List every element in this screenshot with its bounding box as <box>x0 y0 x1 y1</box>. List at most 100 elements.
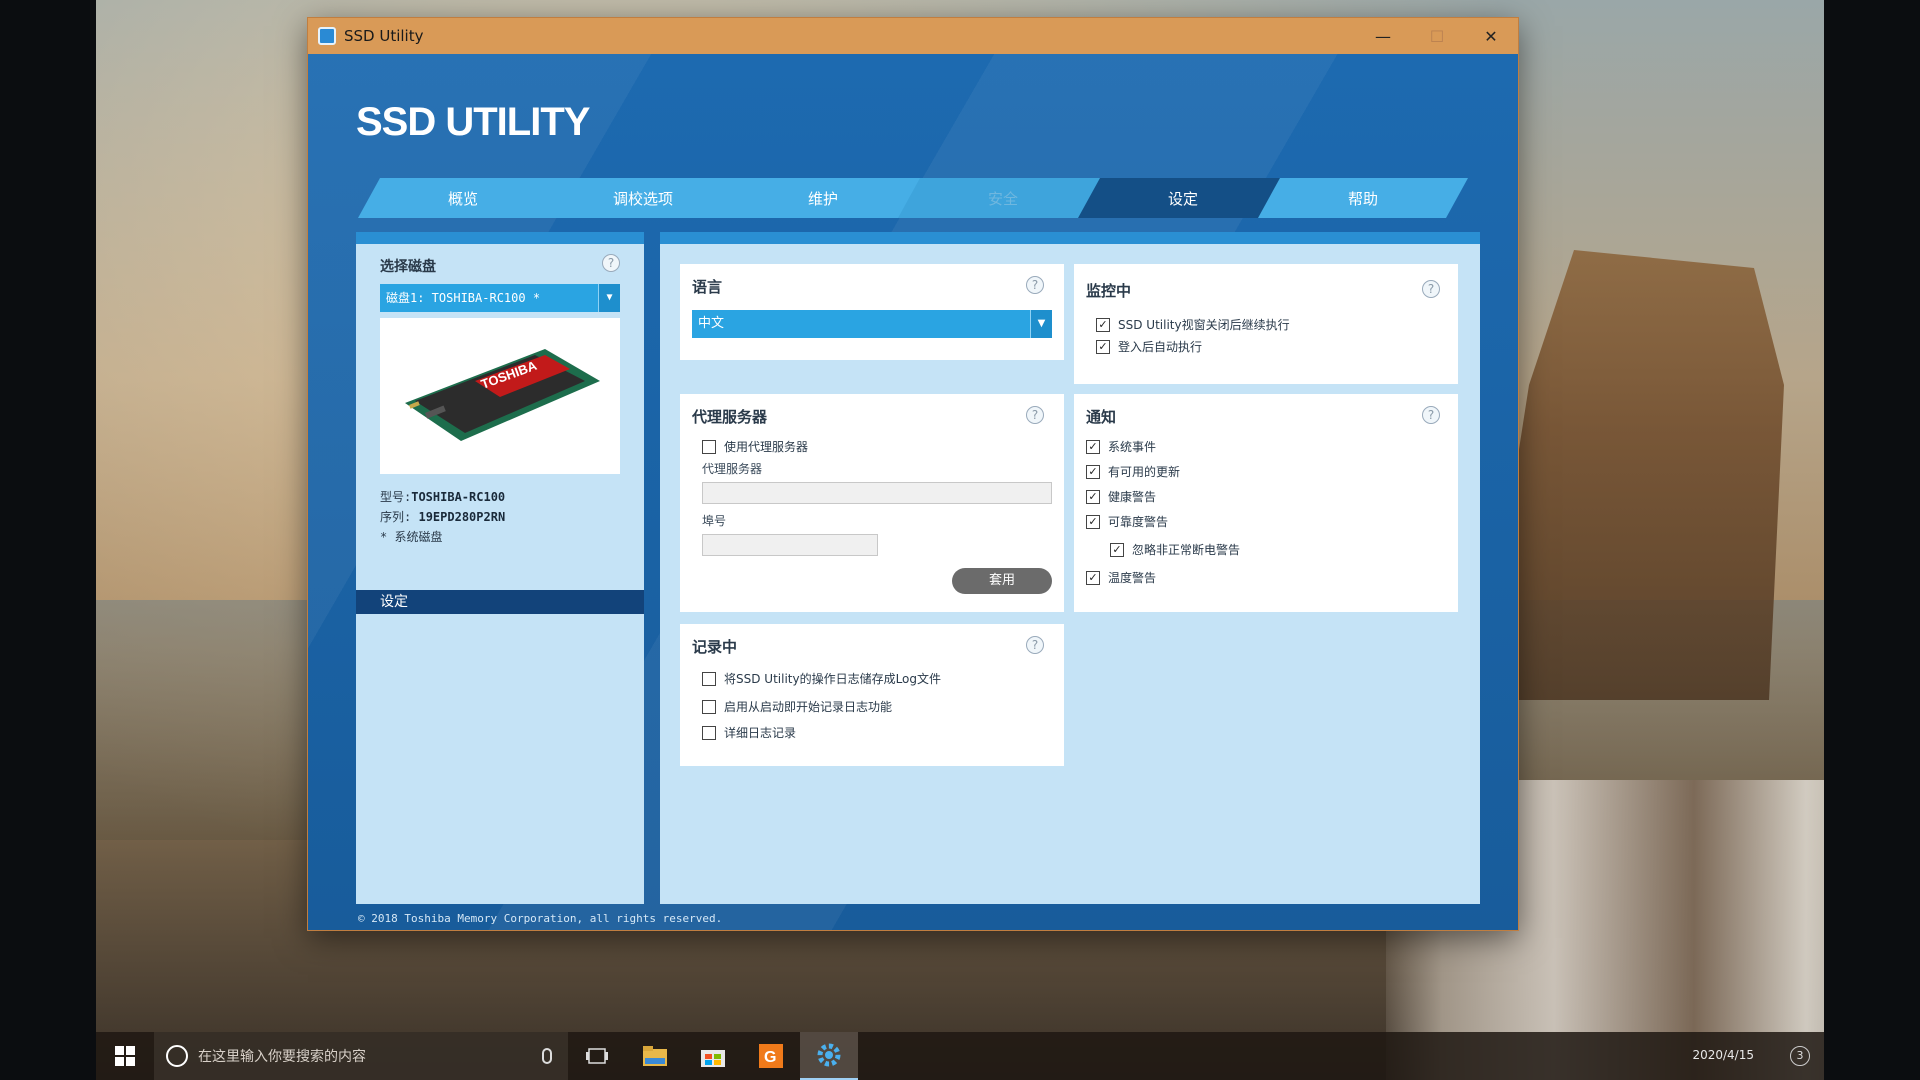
screen-border-right <box>1824 0 1920 1080</box>
checkbox[interactable] <box>702 439 716 454</box>
checkbox[interactable]: ✓ <box>1096 339 1110 354</box>
ssd-utility-taskbar-button[interactable] <box>800 1032 858 1080</box>
taskbar-search[interactable]: 在这里输入你要搜索的内容 <box>154 1032 568 1080</box>
checkbox-label: 忽略非正常断电警告 <box>1132 543 1241 557</box>
checkbox[interactable]: ✓ <box>1086 464 1100 479</box>
close-icon[interactable]: ✕ <box>1464 18 1518 54</box>
checkbox[interactable]: ✓ <box>1086 439 1100 454</box>
notification-badge[interactable]: 3 <box>1790 1046 1810 1066</box>
serial-info: 序列: 19EPD280P2RN <box>380 508 505 525</box>
app-logo: SSD UTILITY <box>356 100 590 144</box>
pdf-app-button[interactable]: G <box>742 1032 800 1080</box>
model-value: TOSHIBA-RC100 <box>411 490 506 504</box>
cortana-icon <box>166 1045 188 1067</box>
model-label: 型号: <box>380 490 412 504</box>
checkbox[interactable] <box>702 671 716 686</box>
start-button[interactable] <box>96 1032 154 1080</box>
disk-sidebar: 选择磁盘 ? 磁盘1: TOSHIBA-RC100 * ▼ TOSHIBA 型号… <box>356 232 644 904</box>
wallpaper-cliff <box>1484 250 1784 700</box>
tab-security: 安全 <box>898 178 1108 218</box>
checkbox[interactable] <box>702 699 716 714</box>
help-icon[interactable]: ? <box>1026 636 1044 654</box>
task-view-icon <box>586 1048 608 1064</box>
port-field[interactable] <box>702 534 878 556</box>
monitoring-option-autostart[interactable]: ✓ 登入后自动执行 <box>1096 338 1202 355</box>
tab-help[interactable]: 帮助 <box>1258 178 1468 218</box>
serial-label: 序列: <box>380 510 412 524</box>
ssd-image: TOSHIBA <box>380 318 620 474</box>
store-button[interactable] <box>684 1032 742 1080</box>
help-icon[interactable]: ? <box>1422 406 1440 424</box>
checkbox-label: SSD Utility视窗关闭后继续执行 <box>1118 318 1290 332</box>
task-view-button[interactable] <box>568 1032 626 1080</box>
logging-title: 记录中 <box>692 638 738 656</box>
ssd-utility-window: SSD Utility — ☐ ✕ SSD UTILITY 概览 调校选项 维护… <box>308 18 1518 930</box>
notify-temperature-warning[interactable]: ✓ 温度警告 <box>1086 569 1156 586</box>
use-proxy-option[interactable]: 使用代理服务器 <box>702 438 808 455</box>
gear-icon <box>817 1043 841 1067</box>
proxy-card: 代理服务器 ? 使用代理服务器 代理服务器 埠号 套用 <box>680 394 1064 612</box>
checkbox-label: 系统事件 <box>1108 440 1157 454</box>
language-dropdown[interactable]: 中文 ▼ <box>692 310 1052 338</box>
checkbox-label: 详细日志记录 <box>724 726 797 740</box>
checkbox[interactable]: ✓ <box>1096 317 1110 332</box>
logging-save-log-file[interactable]: 将SSD Utility的操作日志储存成Log文件 <box>702 670 941 687</box>
minimize-icon[interactable]: — <box>1356 18 1410 54</box>
checkbox-label: 使用代理服务器 <box>724 440 809 454</box>
taskbar: 在这里输入你要搜索的内容 G 2020/4/15 3 <box>96 1032 1824 1080</box>
logging-card: 记录中 ? 将SSD Utility的操作日志储存成Log文件 启用从启动即开始… <box>680 624 1064 766</box>
language-card: 语言 ? 中文 ▼ <box>680 264 1064 360</box>
ssd-drive-icon: TOSHIBA <box>405 349 600 441</box>
file-explorer-button[interactable] <box>626 1032 684 1080</box>
checkbox[interactable]: ✓ <box>1086 514 1100 529</box>
tab-overview[interactable]: 概览 <box>358 178 568 218</box>
model-info: 型号:TOSHIBA-RC100 <box>380 488 505 505</box>
notify-reliability-warning[interactable]: ✓ 可靠度警告 <box>1086 513 1168 530</box>
help-icon[interactable]: ? <box>1422 280 1440 298</box>
window-title: SSD Utility <box>344 27 424 45</box>
tray-date[interactable]: 2020/4/15 <box>1692 1048 1754 1062</box>
notifications-title: 通知 <box>1086 408 1117 426</box>
notify-health-warning[interactable]: ✓ 健康警告 <box>1086 488 1156 505</box>
logging-verbose[interactable]: 详细日志记录 <box>702 724 796 741</box>
svg-text:G: G <box>764 1049 776 1066</box>
sidebar-item-settings[interactable]: 设定 <box>356 590 644 614</box>
title-bar[interactable]: SSD Utility — ☐ ✕ <box>308 18 1518 54</box>
proxy-server-field[interactable] <box>702 482 1052 504</box>
windows-icon <box>115 1046 135 1066</box>
help-icon[interactable]: ? <box>602 254 620 272</box>
chevron-down-icon[interactable]: ▼ <box>1030 310 1052 338</box>
app-icon <box>318 27 336 45</box>
notify-system-events[interactable]: ✓ 系统事件 <box>1086 438 1156 455</box>
notify-ignore-power-loss[interactable]: ✓ 忽略非正常断电警告 <box>1110 541 1240 558</box>
proxy-server-label: 代理服务器 <box>702 462 763 476</box>
monitoring-title: 监控中 <box>1086 282 1132 300</box>
checkbox-label: 可靠度警告 <box>1108 515 1169 529</box>
checkbox-label: 将SSD Utility的操作日志储存成Log文件 <box>724 672 942 686</box>
notify-updates[interactable]: ✓ 有可用的更新 <box>1086 463 1180 480</box>
checkbox[interactable] <box>702 725 716 740</box>
checkbox[interactable]: ✓ <box>1086 570 1100 585</box>
proxy-title: 代理服务器 <box>692 408 768 426</box>
app-body: SSD UTILITY 概览 调校选项 维护 安全 设定 帮助 选择磁盘 ? 磁… <box>308 54 1518 930</box>
tab-maintenance[interactable]: 维护 <box>718 178 928 218</box>
checkbox-label: 健康警告 <box>1108 490 1157 504</box>
tab-settings[interactable]: 设定 <box>1078 178 1288 218</box>
microphone-icon[interactable] <box>542 1048 552 1064</box>
checkbox-label: 温度警告 <box>1108 571 1157 585</box>
disk-dropdown[interactable]: 磁盘1: TOSHIBA-RC100 * ▼ <box>380 284 620 312</box>
logging-from-startup[interactable]: 启用从启动即开始记录日志功能 <box>702 698 892 715</box>
checkbox[interactable]: ✓ <box>1110 542 1124 557</box>
checkbox[interactable]: ✓ <box>1086 489 1100 504</box>
search-placeholder: 在这里输入你要搜索的内容 <box>198 1049 366 1065</box>
apply-button[interactable]: 套用 <box>952 568 1052 594</box>
pdf-app-icon: G <box>759 1044 783 1068</box>
help-icon[interactable]: ? <box>1026 276 1044 294</box>
checkbox-label: 启用从启动即开始记录日志功能 <box>724 700 893 714</box>
chevron-down-icon[interactable]: ▼ <box>598 284 620 312</box>
language-title: 语言 <box>692 278 723 296</box>
tab-tuning[interactable]: 调校选项 <box>538 178 748 218</box>
serial-value: 19EPD280P2RN <box>418 510 506 524</box>
help-icon[interactable]: ? <box>1026 406 1044 424</box>
monitoring-option-keep-running[interactable]: ✓ SSD Utility视窗关闭后继续执行 <box>1096 316 1290 333</box>
